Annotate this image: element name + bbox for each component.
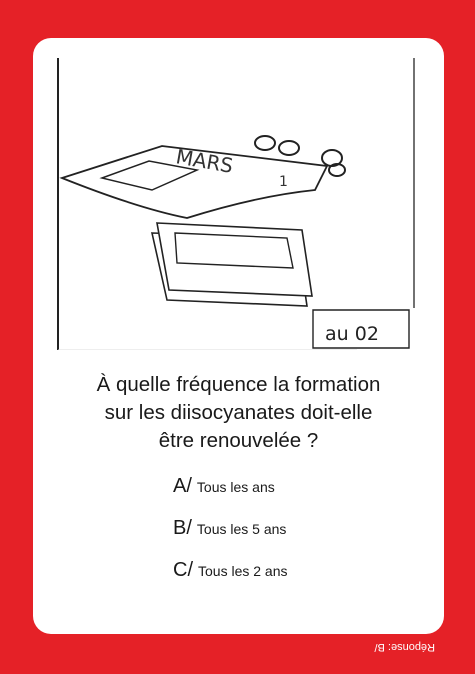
answer-list: A/ Tous les ans B/ Tous les 5 ans C/ Tou… <box>173 475 433 601</box>
question-card: MARS 1 au 02 À quelle fréquence la forma… <box>33 38 444 634</box>
answer-text: Tous les ans <box>196 479 275 495</box>
answer-option-c[interactable]: C/ Tous les 2 ans <box>173 559 433 601</box>
question-line: À quelle fréquence la formation <box>96 373 381 396</box>
date-sign-text: au 02 <box>325 323 379 345</box>
answer-letter: C/ <box>173 559 193 581</box>
answer-text: Tous les 2 ans <box>198 563 288 579</box>
ring-icon <box>254 135 276 151</box>
answer-option-a[interactable]: A/ Tous les ans <box>173 475 433 517</box>
answer-text: Tous les 5 ans <box>196 521 287 537</box>
question-text: À quelle fréquence la formation sur les … <box>33 371 444 455</box>
calendar-page-middle <box>156 222 313 297</box>
answer-letter: A/ <box>173 475 192 497</box>
svg-text:1: 1 <box>279 174 288 190</box>
ring-icon <box>278 140 300 156</box>
question-line: sur les diisocyanates doit-elle <box>104 401 373 424</box>
question-line: être renouvelée ? <box>158 429 319 452</box>
answer-option-b[interactable]: B/ Tous les 5 ans <box>173 517 433 559</box>
response-upside-down: Réponse: B/ <box>374 641 435 653</box>
calendar-illustration: MARS 1 au 02 <box>57 58 415 350</box>
answer-letter: B/ <box>173 517 192 539</box>
card-background: { "illustration": { "calendar_month": "M… <box>0 0 475 674</box>
